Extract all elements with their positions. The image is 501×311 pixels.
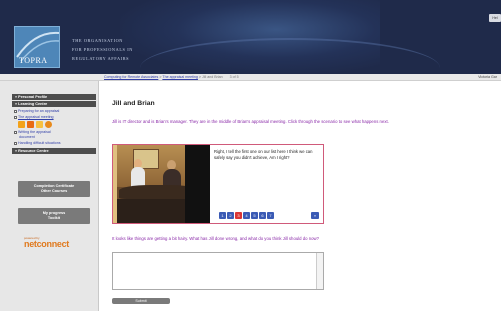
sidebar-item-appraisal-meeting[interactable]: The appraisal meeting	[14, 115, 54, 120]
target-icon[interactable]	[45, 121, 52, 128]
reflection-question: It looks like things are getting a bit h…	[112, 236, 320, 241]
button-label-line-2: Other Courses	[40, 189, 68, 193]
people-icon[interactable]	[18, 121, 25, 128]
sidebar-item-preparing[interactable]: Preparing for an appraisal	[14, 109, 59, 114]
sidebar-item-difficult[interactable]: Handling difficult situations	[14, 141, 61, 146]
next-button[interactable]: »	[311, 212, 319, 219]
netconnect-logo[interactable]: netconnect	[24, 239, 69, 249]
topra-logo[interactable]: TOPRA	[14, 26, 60, 68]
page-button-4[interactable]: 4	[243, 212, 250, 219]
breadcrumb-link-course[interactable]: Computing for Remote Associates	[104, 75, 158, 79]
page-button-6[interactable]: 6	[259, 212, 266, 219]
org-name-line-2: FOR PROFESSIONALS IN	[72, 47, 133, 52]
org-name-line-1: THE ORGANISATION	[72, 38, 124, 43]
org-name-line-3: REGULATORY AFFAIRS	[72, 56, 130, 61]
user-name: Victoria Gar	[478, 75, 497, 79]
checkbox-icon	[14, 109, 17, 113]
page-button-1[interactable]: 1	[219, 212, 226, 219]
checkbox-icon	[14, 141, 17, 145]
sidebar-item-label: The appraisal meeting	[18, 115, 54, 119]
sidebar-item-label: Preparing for an appraisal	[18, 109, 60, 113]
nav-section-resource-centre[interactable]: » Resource Centre	[12, 148, 96, 154]
speech-text: Right, I tell the first one on our list …	[214, 149, 313, 160]
button-label-line-2: Toolkit	[47, 216, 61, 220]
activity-icons	[18, 121, 52, 129]
page-title: Jill and Brian	[112, 100, 155, 107]
page-button-5[interactable]: 5	[251, 212, 258, 219]
document-icon[interactable]	[27, 121, 34, 128]
answer-textarea[interactable]	[112, 252, 324, 290]
checkbox-icon	[14, 115, 17, 119]
sidebar-item-label: Handling difficult situations	[18, 141, 61, 145]
submit-button[interactable]: Submit	[112, 298, 170, 304]
scenario-panel: Right, I tell the first one on our list …	[112, 144, 324, 224]
arrow-icon[interactable]	[36, 121, 43, 128]
breadcrumb: Computing for Remote Associates > The ap…	[104, 75, 239, 79]
checkbox-icon	[14, 130, 17, 134]
my-progress-button[interactable]: My progress Toolkit	[18, 208, 90, 224]
breadcrumb-current: Jill and Brian	[202, 75, 223, 79]
breadcrumb-bar: Computing for Remote Associates > The ap…	[0, 74, 501, 81]
scenario-pager: 1 2 3 4 5 6 7	[219, 212, 274, 219]
site-header: TOPRA THE ORGANISATION FOR PROFESSIONALS…	[0, 0, 501, 74]
help-button[interactable]: Hel	[489, 14, 501, 22]
page-button-3[interactable]: 3	[235, 212, 242, 219]
nav-section-learning-centre[interactable]: » Learning Centre	[12, 101, 96, 107]
completion-certificate-button[interactable]: Completion Certificate Other Courses	[18, 181, 90, 197]
page-button-7[interactable]: 7	[267, 212, 274, 219]
sidebar-item-writing-cont[interactable]: document	[19, 135, 35, 140]
scenario-intro: Jill is IT director and is Brian's manag…	[112, 119, 389, 124]
logo-text: TOPRA	[19, 56, 48, 65]
answer-scrollbar[interactable]	[316, 253, 323, 289]
sidebar-item-label: Writing the appraisal	[18, 130, 51, 134]
scenario-photo	[113, 145, 210, 223]
breadcrumb-link-module[interactable]: The appraisal meeting	[162, 75, 198, 79]
sidebar: » Personal Profile » Learning Centre Pre…	[0, 81, 99, 311]
page-button-2[interactable]: 2	[227, 212, 234, 219]
page-counter: 3 of 5	[229, 75, 239, 79]
nav-section-personal-profile[interactable]: » Personal Profile	[12, 94, 96, 100]
